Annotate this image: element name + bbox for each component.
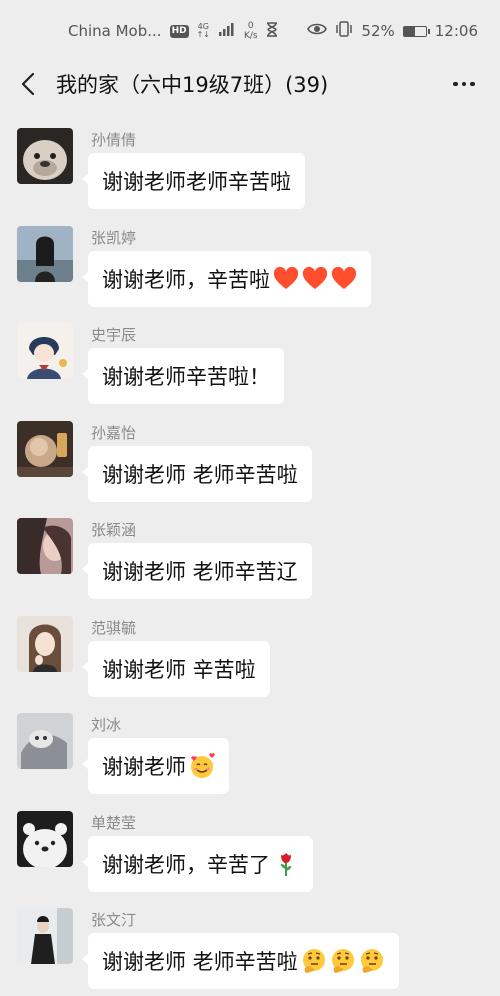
avatar[interactable] [17, 128, 73, 184]
hd-badge: HD [169, 24, 189, 38]
message-list[interactable]: 孙倩倩 谢谢老师老师辛苦啦 张凯婷 谢谢老师，辛苦啦 史宇辰 谢谢老师辛苦啦！ … [0, 118, 500, 996]
message-text: 谢谢老师 老师辛苦啦 [102, 462, 298, 487]
more-dot-icon [461, 81, 467, 87]
sender-name: 范骐毓 [91, 618, 137, 637]
hourglass-icon [266, 21, 278, 41]
avatar[interactable] [17, 420, 73, 477]
more-options-button[interactable] [428, 62, 500, 106]
avatar[interactable] [17, 518, 73, 574]
status-left: China Mob... HD 4G ↑↓ 0 K/s [68, 21, 278, 41]
sender-name: 孙倩倩 [91, 131, 137, 149]
sender-name: 史宇辰 [91, 326, 137, 344]
vibrate-icon [335, 21, 353, 41]
rose-icon [273, 851, 299, 877]
message-text: 谢谢老师老师辛苦啦 [102, 170, 291, 194]
more-dot-icon [453, 81, 458, 87]
sender-name: 张颖涵 [91, 521, 137, 539]
message-row: 孙嘉怡 谢谢老师 老师辛苦啦 [0, 411, 500, 509]
message-row: 范骐毓 谢谢老师 辛苦啦 [0, 606, 500, 704]
message-bubble[interactable]: 谢谢老师辛苦啦！ [82, 348, 284, 404]
message-bubble[interactable]: 谢谢老师，辛苦啦 [82, 250, 371, 307]
carrier-name: China Mob... [68, 22, 162, 40]
avatar[interactable] [17, 908, 73, 964]
message-bubble[interactable]: 谢谢老师 辛苦啦 [82, 640, 270, 697]
message-bubble[interactable]: 谢谢老师 老师辛苦啦 [82, 933, 399, 989]
network-speed: 0 K/s [244, 21, 258, 41]
sender-name: 张凯婷 [91, 228, 137, 247]
message-text: 谢谢老师 [102, 755, 186, 779]
message-row: 张文汀 谢谢老师 老师辛苦啦 [0, 898, 500, 996]
sender-name: 单楚莹 [91, 813, 137, 832]
avatar[interactable] [17, 810, 73, 867]
eye-icon [307, 22, 328, 40]
message-text: 谢谢老师辛苦啦！ [102, 365, 270, 389]
message-row: 刘冰 谢谢老师 [0, 703, 500, 801]
speed-value: 0 [247, 21, 254, 31]
message-text: 谢谢老师，辛苦啦 [102, 267, 270, 292]
battery-icon [402, 25, 430, 37]
signal-icon [218, 22, 236, 40]
message-bubble[interactable]: 谢谢老师 老师辛苦啦 [82, 445, 312, 502]
thinking-face-icon [330, 948, 356, 974]
status-bar: China Mob... HD 4G ↑↓ 0 K/s 52% 12:06 [0, 0, 500, 62]
thinking-face-icon [359, 948, 385, 974]
sender-name: 刘冰 [91, 716, 122, 734]
speed-unit: K/s [243, 31, 258, 41]
sender-name: 张文汀 [91, 911, 137, 929]
avatar[interactable] [17, 225, 73, 282]
heart-icon [302, 266, 328, 292]
message-text: 谢谢老师 老师辛苦辽 [102, 560, 298, 584]
message-row: 张凯婷 谢谢老师，辛苦啦 [0, 216, 500, 314]
message-row: 张颖涵 谢谢老师 老师辛苦辽 [0, 508, 500, 606]
avatar[interactable] [17, 713, 73, 769]
back-button[interactable] [0, 62, 56, 106]
status-right: 52% 12:06 [307, 21, 478, 41]
message-text: 谢谢老师 辛苦啦 [102, 657, 256, 682]
battery-percent: 52% [361, 22, 395, 40]
chevron-left-icon [21, 72, 35, 96]
message-row: 史宇辰 谢谢老师辛苦啦！ [0, 313, 500, 411]
smiling-face-with-hearts-icon [189, 753, 215, 779]
clock: 12:06 [434, 22, 478, 40]
message-bubble[interactable]: 谢谢老师老师辛苦啦 [82, 153, 305, 209]
heart-icon [331, 266, 357, 292]
more-dot-icon [470, 81, 475, 87]
heart-icon [273, 266, 299, 292]
message-text: 谢谢老师 老师辛苦啦 [102, 950, 298, 974]
sender-name: 孙嘉怡 [91, 423, 137, 442]
message-row: 孙倩倩 谢谢老师老师辛苦啦 [0, 118, 500, 216]
message-bubble[interactable]: 谢谢老师 [82, 738, 229, 794]
message-bubble[interactable]: 谢谢老师 老师辛苦辽 [82, 543, 312, 599]
message-row: 单楚莹 谢谢老师，辛苦了 [0, 801, 500, 899]
message-bubble[interactable]: 谢谢老师，辛苦了 [82, 835, 313, 892]
chat-header: 我的家（六中19级7班）(39) [0, 62, 500, 106]
avatar[interactable] [17, 323, 73, 379]
message-text: 谢谢老师，辛苦了 [102, 852, 270, 877]
chat-title: 我的家（六中19级7班）(39) [56, 73, 329, 97]
network-type-icon: 4G ↑↓ [196, 22, 210, 39]
thinking-face-icon [301, 948, 327, 974]
avatar[interactable] [17, 615, 73, 672]
